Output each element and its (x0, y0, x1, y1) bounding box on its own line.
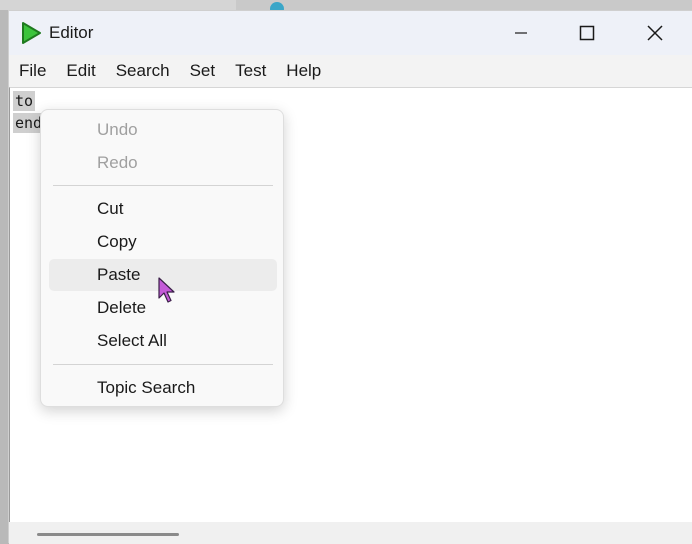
menu-item-copy[interactable]: Copy (49, 226, 277, 258)
menu-search[interactable]: Search (106, 55, 180, 87)
menu-edit[interactable]: Edit (56, 55, 105, 87)
menu-help[interactable]: Help (276, 55, 331, 87)
menu-item-undo[interactable]: Undo (49, 114, 277, 146)
background-window-strip (0, 0, 236, 10)
window-title: Editor (49, 23, 94, 42)
close-icon (647, 25, 663, 41)
horizontal-scrollbar[interactable] (9, 522, 692, 544)
menu-test[interactable]: Test (225, 55, 276, 87)
menu-bar: File Edit Search Set Test Help (9, 55, 692, 87)
close-button[interactable] (623, 11, 687, 55)
maximize-icon (579, 25, 595, 41)
scrollbar-thumb[interactable] (37, 533, 179, 536)
menu-set[interactable]: Set (180, 55, 226, 87)
code-line[interactable]: to (13, 91, 36, 111)
menu-item-cut[interactable]: Cut (49, 193, 277, 225)
menu-separator (53, 364, 273, 365)
context-menu: Undo Redo Cut Copy Paste Delete Select A… (40, 109, 284, 407)
mouse-cursor-icon (158, 277, 175, 303)
title-bar[interactable]: Editor (9, 11, 692, 55)
menu-file[interactable]: File (9, 55, 56, 87)
menu-separator (53, 185, 273, 186)
maximize-button[interactable] (555, 11, 619, 55)
play-icon (22, 22, 41, 44)
menu-item-topic-search[interactable]: Topic Search (49, 372, 277, 404)
menu-item-redo[interactable]: Redo (49, 147, 277, 179)
background-window-strip-right (236, 0, 692, 10)
minimize-icon (515, 32, 527, 34)
menu-item-select-all[interactable]: Select All (49, 325, 277, 357)
minimize-button[interactable] (489, 11, 553, 55)
